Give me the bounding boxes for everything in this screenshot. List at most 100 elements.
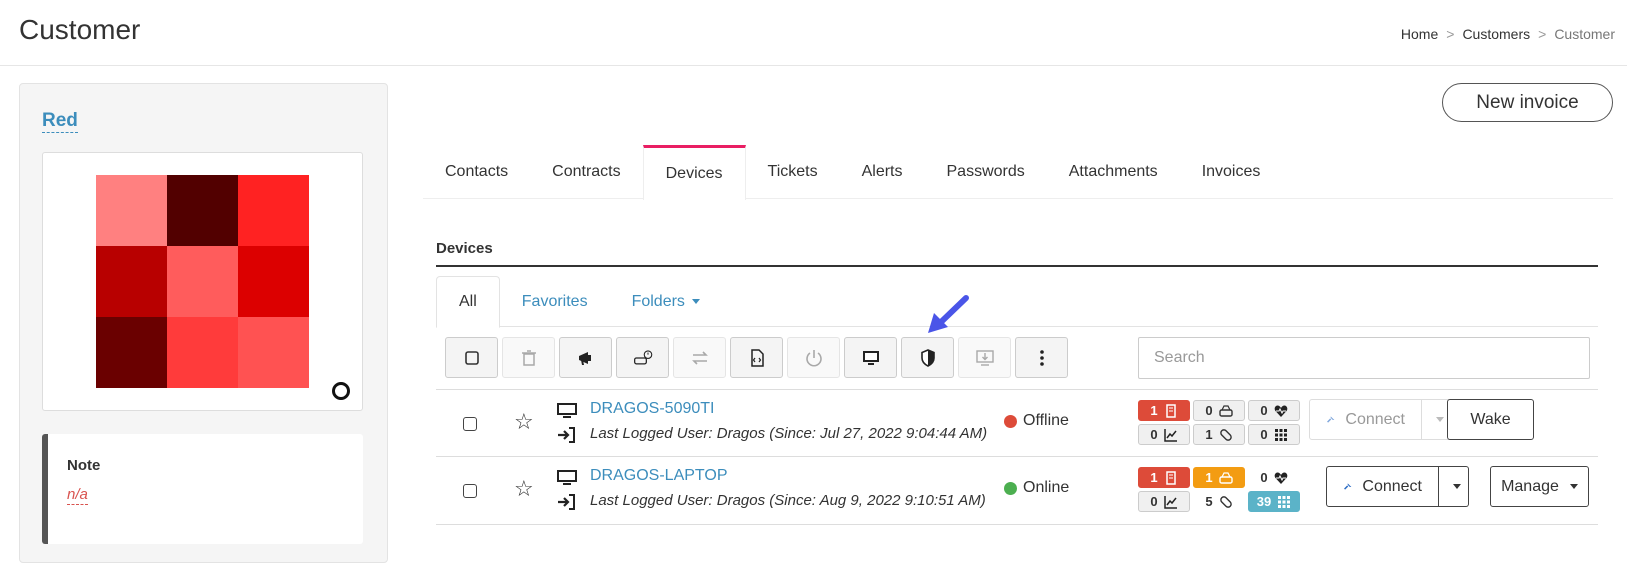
tab-alerts[interactable]: Alerts [840,145,925,199]
device-name-link[interactable]: DRAGOS-LAPTOP [590,467,728,485]
disk-clock-icon [633,349,652,364]
power-button[interactable] [787,337,840,378]
tab-contacts[interactable]: Contacts [423,145,530,199]
receipt-icon [1165,470,1176,485]
connect-button[interactable]: Connect [1326,466,1439,507]
more-options-button[interactable] [1015,337,1068,378]
transfer-icon [691,350,708,365]
delete-button[interactable] [502,337,555,378]
line-chart-icon [1163,428,1177,442]
disks-count: 0 [1205,403,1213,418]
identicon-cell [167,317,238,388]
sign-in-icon [558,427,575,443]
breadcrumb: Home > Customers > Customer [1401,26,1615,42]
tab-invoices[interactable]: Invoices [1180,145,1283,199]
disk-schedule-button[interactable] [616,337,669,378]
identicon-cell [238,317,309,388]
remote-screen-button[interactable] [844,337,897,378]
note-value[interactable]: n/a [67,486,88,505]
band-aid-icon [1219,495,1232,508]
identicon-cell [167,246,238,317]
tab-contracts[interactable]: Contracts [530,145,642,199]
page-title: Customer [19,14,141,45]
subtab-favorites[interactable]: Favorites [500,276,610,327]
patches-badge[interactable]: 5 [1193,491,1245,512]
tab-tickets[interactable]: Tickets [746,145,840,199]
health-badge[interactable]: 0 [1248,467,1300,488]
wake-button[interactable]: Wake [1447,399,1534,440]
alerts-badge[interactable]: 1 [1138,400,1190,421]
subtab-folders[interactable]: Folders [610,276,722,327]
customer-tabs: Contacts Contracts Devices Tickets Alert… [423,145,1613,200]
breadcrumb-home[interactable]: Home [1401,26,1438,42]
device-badges: 1 1 0 0 5 39 [1138,467,1300,512]
folders-label: Folders [631,292,685,310]
connect-label: Connect [1362,477,1422,495]
tab-attachments[interactable]: Attachments [1047,145,1180,199]
caret-down-icon [1436,417,1444,422]
performance-count: 0 [1150,427,1158,442]
table-row: ☆ DRAGOS-LAPTOP Last Logged User: Dragos… [436,457,1598,525]
note-box: Note n/a [42,434,363,544]
new-invoice-button[interactable]: New invoice [1442,83,1613,122]
health-badge[interactable]: 0 [1248,400,1300,421]
apps-badge[interactable]: 0 [1248,424,1300,445]
apps-badge[interactable]: 39 [1248,491,1300,512]
breadcrumb-customers[interactable]: Customers [1462,26,1530,42]
connect-label: Connect [1345,410,1405,428]
performance-badge[interactable]: 0 [1138,491,1190,512]
manage-button[interactable]: Manage [1490,466,1589,507]
row-checkbox[interactable] [463,484,477,498]
row-checkbox[interactable] [463,417,477,431]
disks-count: 1 [1205,470,1213,485]
checkbox-icon [464,350,479,365]
select-all-button[interactable] [445,337,498,378]
alerts-count: 1 [1150,403,1158,418]
last-logged-user: Last Logged User: Dragos (Since: Jul 27,… [590,425,988,442]
favorite-star-icon[interactable]: ☆ [514,410,534,434]
alerts-badge[interactable]: 1 [1138,467,1190,488]
security-button[interactable] [901,337,954,378]
run-script-button[interactable] [730,337,783,378]
megaphone-icon [578,351,591,365]
breadcrumb-current: Customer [1554,26,1615,42]
favorite-star-icon[interactable]: ☆ [514,477,534,501]
customer-panel: Red Note n/a [19,83,388,563]
identicon-cell [238,175,309,246]
remote-connect-icon [1344,482,1352,490]
table-row: ☆ DRAGOS-5090TI Last Logged User: Dragos… [436,389,1598,457]
tab-devices[interactable]: Devices [642,145,746,200]
avatar-box [42,152,363,411]
trash-icon [521,349,536,366]
connect-dropdown-toggle[interactable] [1439,466,1469,507]
status-dot [1004,481,1017,495]
heartbeat-icon [1274,404,1287,417]
tab-passwords[interactable]: Passwords [925,145,1047,199]
caret-down-icon [1453,484,1461,489]
patches-badge[interactable]: 1 [1193,424,1245,445]
performance-badge[interactable]: 0 [1138,424,1190,445]
announce-button[interactable] [559,337,612,378]
performance-count: 0 [1150,494,1158,509]
device-name-link[interactable]: DRAGOS-5090TI [590,400,714,418]
grid-icon [1278,495,1291,508]
download-button[interactable] [958,337,1011,378]
disks-badge[interactable]: 0 [1193,400,1245,421]
breadcrumb-separator: > [1538,26,1547,42]
search-input[interactable] [1138,337,1590,379]
identicon-cell [167,175,238,246]
transfer-button[interactable] [673,337,726,378]
connect-button-group: Connect [1309,399,1452,440]
manage-label: Manage [1501,477,1559,495]
health-count: 0 [1260,403,1268,418]
customer-name[interactable]: Red [42,110,78,133]
device-filter-tabs: All Favorites Folders [436,276,1598,328]
disks-badge[interactable]: 1 [1193,467,1245,488]
caret-down-icon [691,299,700,304]
subtab-all[interactable]: All [436,276,500,328]
alerts-count: 1 [1150,470,1158,485]
note-label: Note [67,457,101,474]
change-avatar-icon[interactable] [332,382,350,400]
connect-button[interactable]: Connect [1309,399,1422,440]
identicon-cell [96,317,167,388]
